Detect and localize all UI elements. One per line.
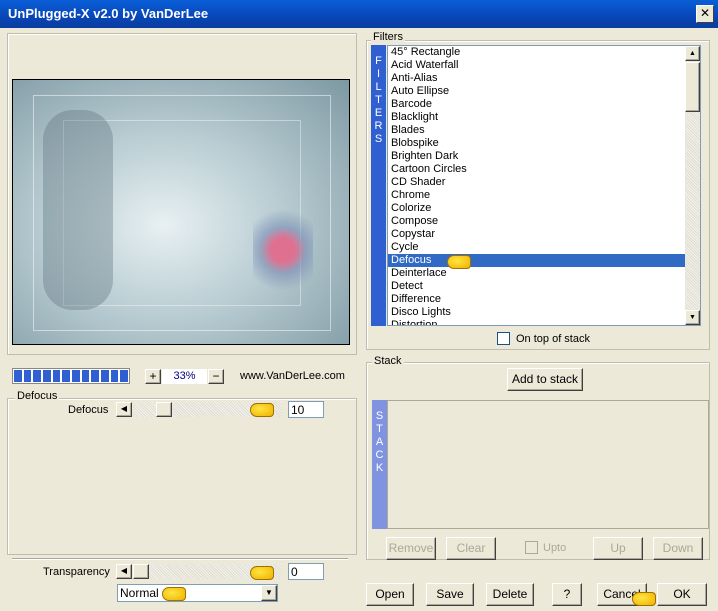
slider-thumb[interactable]	[156, 402, 172, 417]
filter-item[interactable]: Detect	[388, 280, 700, 293]
stack-label: Stack	[372, 355, 404, 367]
defocus-label: Defocus	[68, 404, 109, 416]
filter-item[interactable]: Defocus	[388, 254, 700, 267]
filter-item[interactable]: Cartoon Circles	[388, 163, 700, 176]
website-link[interactable]: www.VanDerLee.com	[240, 370, 345, 382]
upto-label: Upto	[543, 542, 567, 554]
title-bar: UnPlugged-X v2.0 by VanDerLee	[0, 0, 718, 28]
save-button[interactable]: Save	[426, 583, 474, 606]
progress-segment	[120, 370, 129, 382]
open-button[interactable]: Open	[366, 583, 414, 606]
filter-item[interactable]: Chrome	[388, 189, 700, 202]
blend-mode-select[interactable]: Normal ▼	[117, 584, 278, 602]
stack-list[interactable]	[387, 400, 709, 529]
pointer-hand-icon	[250, 566, 274, 580]
progress-segment	[91, 370, 100, 382]
stack-bar-letter: T	[376, 423, 383, 435]
scroll-thumb[interactable]	[685, 62, 700, 112]
filter-item[interactable]: Compose	[388, 215, 700, 228]
filters-label: Filters	[371, 31, 405, 43]
filter-item[interactable]: Colorize	[388, 202, 700, 215]
filter-item[interactable]: Blobspike	[388, 137, 700, 150]
help-button[interactable]: ?	[552, 583, 582, 606]
on-top-label: On top of stack	[516, 333, 590, 345]
up-button[interactable]: Up	[593, 537, 643, 560]
blend-mode-value: Normal	[120, 586, 159, 600]
remove-button[interactable]: Remove	[386, 537, 436, 560]
pointer-hand-icon	[250, 403, 274, 417]
filter-item[interactable]: Difference	[388, 293, 700, 306]
slider-left-button[interactable]: ◀	[116, 402, 132, 417]
down-button[interactable]: Down	[653, 537, 703, 560]
scroll-down-button[interactable]: ▼	[685, 310, 700, 325]
filters-bar-letter: R	[374, 120, 383, 132]
filter-item[interactable]: CD Shader	[388, 176, 700, 189]
filter-item[interactable]: Copystar	[388, 228, 700, 241]
filters-bar-letter: F	[375, 55, 382, 67]
progress-segment	[33, 370, 42, 382]
delete-button[interactable]: Delete	[486, 583, 534, 606]
stack-bar-letter: A	[375, 436, 384, 448]
filters-bar-letter: I	[376, 68, 381, 80]
pointer-hand-icon	[632, 592, 656, 606]
filters-bar-letter: S	[374, 133, 383, 145]
progress-segment	[72, 370, 80, 382]
progress-segment	[81, 370, 90, 382]
ok-button[interactable]: OK	[657, 583, 707, 606]
progress-segment	[23, 370, 32, 382]
filter-item[interactable]: Auto Ellipse	[388, 85, 700, 98]
progress-segment	[14, 370, 22, 382]
filter-params-group	[7, 398, 357, 555]
progress-bar: for(let i=0;i<12;i++)document.write('<di…	[12, 368, 130, 384]
filters-bar: "FILTERS".split('').forEach(c=>document.…	[371, 45, 386, 326]
transparency-label: Transparency	[43, 566, 110, 578]
filter-params-label: Defocus	[15, 390, 60, 402]
filter-item[interactable]: Cycle	[388, 241, 700, 254]
stack-bar-letter: K	[375, 462, 384, 474]
filter-item[interactable]: Acid Waterfall	[388, 59, 700, 72]
progress-segment	[101, 370, 109, 382]
upto-checkbox[interactable]	[525, 541, 538, 554]
filter-item[interactable]: 45° Rectangle	[388, 46, 700, 59]
slider-thumb[interactable]	[133, 564, 149, 579]
close-button[interactable]: ✕	[696, 5, 714, 23]
preview-image	[12, 79, 350, 345]
clear-button[interactable]: Clear	[446, 537, 496, 560]
filter-item[interactable]: Distortion	[388, 319, 700, 325]
zoom-level: 33%	[162, 369, 207, 384]
filter-item[interactable]: Deinterlace	[388, 267, 700, 280]
stack-bar: "STACK".split('').forEach(c=>document.wr…	[372, 400, 387, 529]
progress-segment	[110, 370, 119, 382]
filters-scrollbar[interactable]: ▲ ▼	[685, 46, 700, 325]
scroll-up-button[interactable]: ▲	[685, 46, 700, 61]
window-title: UnPlugged-X v2.0 by VanDerLee	[8, 6, 209, 21]
add-to-stack-button[interactable]: Add to stack	[507, 368, 583, 391]
transparency-left-button[interactable]: ◀	[116, 564, 132, 579]
defocus-value-input[interactable]: 10	[288, 401, 324, 418]
stack-bar-letter: S	[375, 410, 384, 422]
filter-item[interactable]: Anti-Alias	[388, 72, 700, 85]
divider	[12, 558, 348, 560]
pointer-hand-icon	[447, 255, 471, 269]
filters-bar-letter: L	[375, 81, 382, 93]
filters-bar-letter: E	[374, 107, 383, 119]
zoom-out-button[interactable]: −	[208, 369, 224, 384]
transparency-value-input[interactable]: 0	[288, 563, 324, 580]
progress-segment	[43, 370, 51, 382]
chevron-down-icon[interactable]: ▼	[261, 585, 277, 601]
progress-segment	[52, 370, 61, 382]
pointer-hand-icon	[162, 587, 186, 601]
filter-item[interactable]: Brighten Dark	[388, 150, 700, 163]
stack-bar-letter: C	[375, 449, 384, 461]
filter-item[interactable]: Barcode	[388, 98, 700, 111]
progress-segment	[62, 370, 71, 382]
filter-item[interactable]: Blades	[388, 124, 700, 137]
on-top-checkbox[interactable]	[497, 332, 510, 345]
filters-list[interactable]: 45° Rectangle Acid Waterfall Anti-Alias Aut…	[387, 45, 701, 326]
zoom-in-button[interactable]: +	[145, 369, 161, 384]
filter-item[interactable]: Blacklight	[388, 111, 700, 124]
filter-item[interactable]: Disco Lights	[388, 306, 700, 319]
filters-bar-letter: T	[375, 94, 382, 106]
